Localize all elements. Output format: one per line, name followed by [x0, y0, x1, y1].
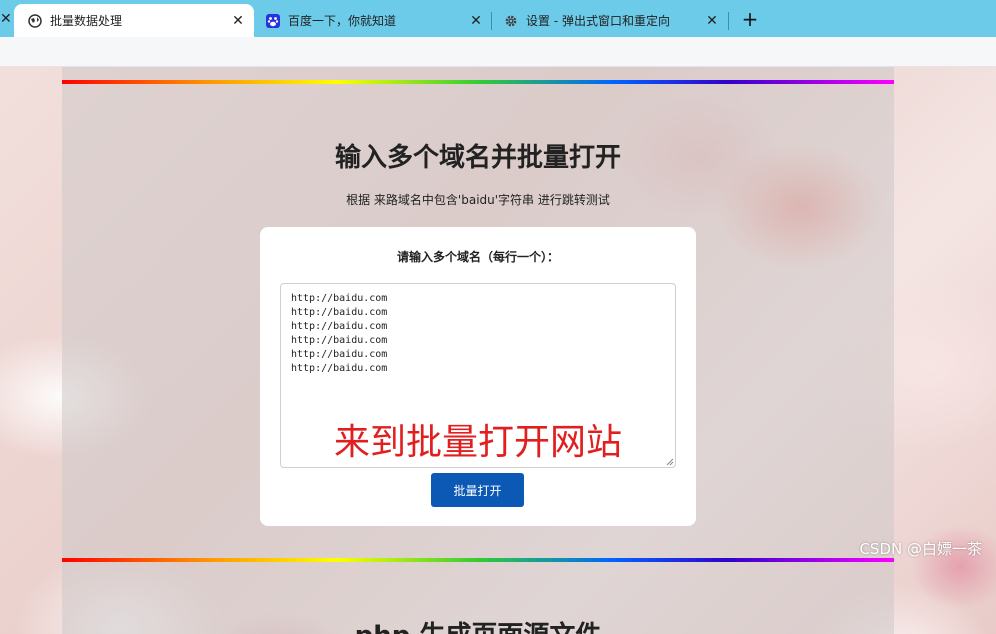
browser-toolbar	[0, 37, 996, 67]
tab-settings[interactable]: 设置 - 弹出式窗口和重定向 ✕	[496, 4, 726, 37]
page-title: 输入多个域名并批量打开	[334, 143, 621, 173]
partial-tab-close-icon[interactable]: ✕	[0, 11, 12, 27]
globe-icon	[28, 13, 42, 28]
tab-baidu[interactable]: 百度一下，你就知道 ✕	[258, 4, 490, 37]
tab-title: 百度一下，你就知道	[288, 14, 397, 28]
domains-label: 请输入多个域名（每行一个）：	[396, 250, 559, 264]
tab-close-icon[interactable]: ✕	[468, 13, 484, 29]
tab-strip: ✕ 批量数据处理 ✕ 百度一下，你就知道 ✕ 设置 - 弹出式窗口和重定向 ✕ …	[0, 0, 996, 37]
tab-close-icon[interactable]: ✕	[230, 13, 246, 29]
tab-title: 批量数据处理	[50, 14, 123, 28]
baidu-paw-icon	[266, 13, 280, 28]
new-tab-button[interactable]: +	[740, 8, 760, 30]
watermark: CSDN @白嫖一茶	[859, 540, 982, 558]
page-subtitle: 根据 来路域名中包含'baidu'字符串 进行跳转测试	[346, 193, 610, 207]
tab-separator	[728, 12, 729, 30]
batch-open-button[interactable]: 批量打开	[431, 473, 524, 507]
tab-batch-data[interactable]: 批量数据处理 ✕	[14, 4, 254, 37]
tab-close-icon[interactable]: ✕	[704, 13, 720, 29]
tab-separator	[491, 12, 492, 30]
domain-form-card: 请输入多个域名（每行一个）： http://baidu.com http://b…	[260, 227, 696, 526]
rainbow-divider-top	[62, 80, 894, 84]
rainbow-divider-bottom	[62, 558, 894, 562]
gear-icon	[504, 14, 518, 28]
domains-textarea[interactable]: http://baidu.com http://baidu.com http:/…	[280, 283, 676, 468]
section-heading: php 生成页面源文件	[62, 615, 894, 634]
resize-grip-icon[interactable]	[666, 458, 674, 466]
page-viewport: 输入多个域名并批量打开 根据 来路域名中包含'baidu'字符串 进行跳转测试 …	[0, 67, 996, 634]
tab-title: 设置 - 弹出式窗口和重定向	[526, 14, 670, 28]
